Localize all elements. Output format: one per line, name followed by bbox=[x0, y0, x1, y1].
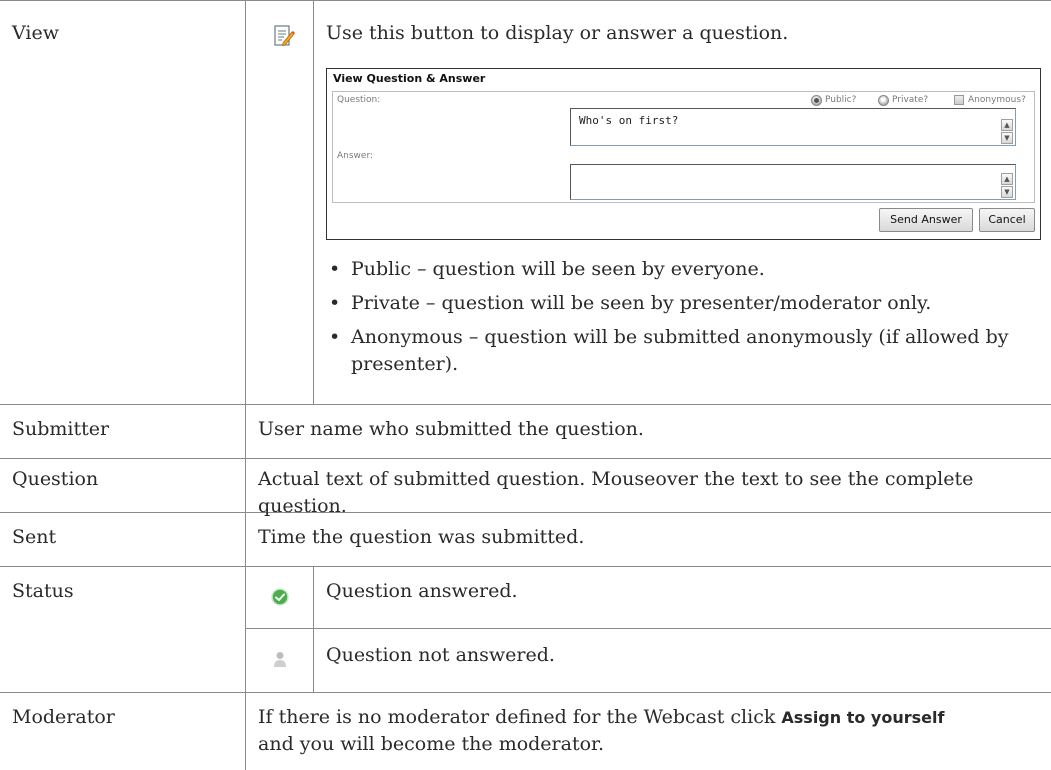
status-not-answered-text: Question not answered. bbox=[326, 644, 555, 666]
submitter-description: User name who submitted the question. bbox=[258, 418, 644, 440]
green-check-icon bbox=[271, 588, 289, 606]
row-label-status: Status bbox=[12, 580, 74, 602]
panel-title: View Question & Answer bbox=[333, 72, 486, 85]
moderator-description: If there is no moderator defined for the… bbox=[258, 704, 978, 758]
public-radio[interactable] bbox=[811, 95, 822, 106]
answer-textarea[interactable]: ▲ ▼ bbox=[570, 164, 1016, 200]
anonymous-checkbox[interactable] bbox=[954, 95, 964, 105]
row-label-view: View bbox=[12, 22, 59, 44]
scroll-down-button[interactable]: ▼ bbox=[1001, 186, 1013, 198]
list-item: • Private – question will be seen by pres… bbox=[329, 292, 932, 314]
visibility-options-list: • Public – question will be seen by every… bbox=[326, 256, 1046, 385]
row-label-question: Question bbox=[12, 468, 99, 490]
icon-column-divider-view bbox=[313, 0, 314, 404]
scroll-up-button[interactable]: ▲ bbox=[1001, 119, 1013, 131]
row-divider bbox=[0, 566, 1051, 567]
question-textarea[interactable]: Who's on first? ▲ ▼ bbox=[570, 108, 1016, 146]
bullet-private: Private – question will be seen by prese… bbox=[351, 292, 932, 314]
sent-description: Time the question was submitted. bbox=[258, 526, 585, 548]
bullet-anonymous: Anonymous – question will be submitted a… bbox=[351, 326, 1009, 375]
answer-label: Answer: bbox=[337, 151, 374, 161]
row-divider bbox=[0, 458, 1051, 459]
view-description: Use this button to display or answer a q… bbox=[326, 22, 789, 44]
row-label-moderator: Moderator bbox=[12, 706, 115, 728]
panel-form: Question: Public? Private? Anonymous? Wh… bbox=[332, 91, 1035, 203]
scroll-up-button[interactable]: ▲ bbox=[1001, 173, 1013, 185]
private-radio[interactable] bbox=[878, 95, 889, 106]
status-subrow-divider bbox=[245, 628, 1051, 629]
question-text: Who's on first? bbox=[579, 114, 679, 127]
cancel-button[interactable]: Cancel bbox=[979, 208, 1035, 232]
bullet-public: Public – question will be seen by everyo… bbox=[351, 258, 765, 280]
row-label-sent: Sent bbox=[12, 526, 57, 548]
moderator-text-before: If there is no moderator defined for the… bbox=[258, 706, 782, 728]
view-question-answer-screenshot: View Question & Answer Question: Public?… bbox=[326, 68, 1041, 240]
send-answer-button[interactable]: Send Answer bbox=[879, 208, 973, 232]
status-answered-text: Question answered. bbox=[326, 580, 518, 602]
moderator-text-after: and you will become the moderator. bbox=[258, 733, 605, 755]
edit-note-icon bbox=[274, 25, 295, 47]
row-divider bbox=[0, 404, 1051, 405]
public-label: Public? bbox=[825, 95, 857, 105]
scroll-down-button[interactable]: ▼ bbox=[1001, 132, 1013, 144]
row-divider bbox=[0, 692, 1051, 693]
row-label-submitter: Submitter bbox=[12, 418, 110, 440]
private-label: Private? bbox=[892, 95, 929, 105]
assign-to-yourself-label: Assign to yourself bbox=[781, 708, 945, 727]
table-top-border bbox=[0, 0, 1051, 1]
list-item: • Public – question will be seen by every… bbox=[329, 258, 765, 280]
question-label: Question: bbox=[337, 95, 381, 105]
table-column-divider bbox=[245, 0, 246, 770]
gray-user-icon bbox=[274, 652, 286, 667]
anonymous-label: Anonymous? bbox=[968, 95, 1026, 105]
icon-column-divider-status bbox=[313, 566, 314, 692]
question-description: Actual text of submitted question. Mouse… bbox=[258, 468, 974, 517]
list-item: • Anonymous – question will be submitted … bbox=[329, 326, 1009, 375]
